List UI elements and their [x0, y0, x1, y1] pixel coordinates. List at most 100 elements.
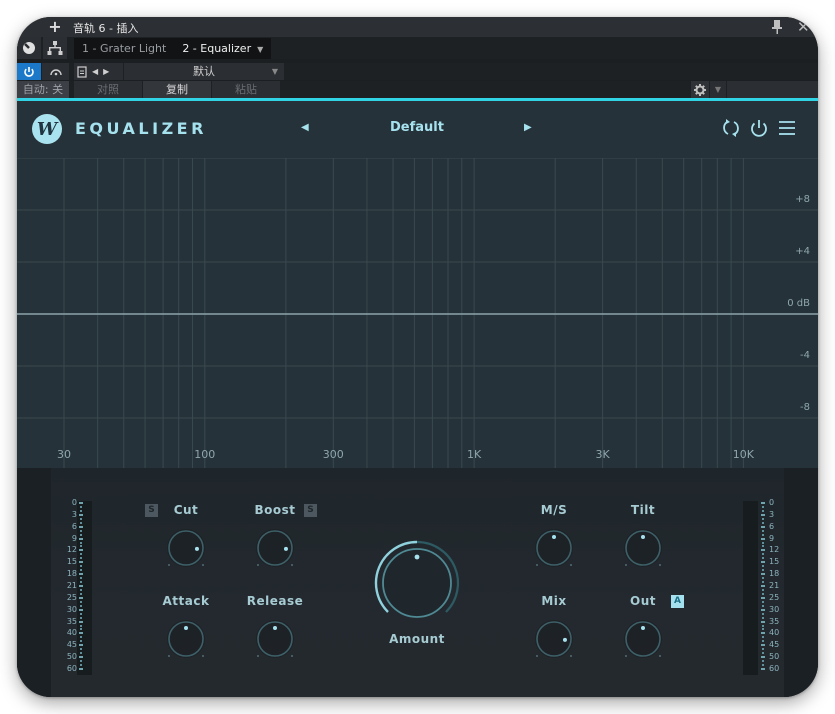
meter-tick [79, 573, 83, 576]
meter-tick-label: 15 [769, 557, 780, 567]
meter-tick-label: 21 [66, 581, 77, 590]
settings-dropdown[interactable]: ▼ [710, 81, 726, 98]
knob-indicator [194, 546, 199, 551]
knob-indicator [273, 626, 277, 630]
meter-tick-label: 9 [769, 533, 775, 543]
meter-tick [79, 656, 83, 659]
preset-nav: ◀ ▶ [74, 63, 123, 80]
knob-min-dot [257, 655, 259, 657]
meter-minor-tick [762, 553, 764, 556]
meter-tick-label: 6 [769, 521, 775, 531]
meter-minor-tick [762, 640, 764, 643]
meter-minor-tick [762, 592, 764, 595]
meter-minor-tick [762, 521, 764, 524]
tab-grater-light[interactable]: 1 - Grater Light [74, 38, 174, 59]
release-label: Release [246, 594, 304, 608]
meter-minor-tick [762, 648, 764, 651]
prev-preset-button[interactable]: ◀ [301, 122, 309, 133]
knob-max-dot [659, 655, 661, 657]
menu-icon[interactable] [777, 118, 797, 138]
meter-tick-label: 35 [66, 616, 77, 626]
out-knob[interactable] [623, 619, 663, 659]
settings-button[interactable] [691, 81, 709, 98]
preset-name[interactable]: Default [357, 120, 477, 135]
meter-tick [761, 632, 765, 635]
knob-icon [23, 42, 35, 54]
knob-indicator [641, 535, 645, 539]
auto-gain-button[interactable]: A [671, 595, 684, 608]
pin-icon[interactable] [771, 20, 783, 34]
input-meter-scale: 0 3 6 9 12 15 18 21 25 30 35 40 45 50 60 [49, 499, 89, 675]
knob-min-dot [625, 655, 627, 657]
window-title: 音轨 6 - 插入 [73, 22, 139, 35]
ms-label: M/S [540, 503, 568, 517]
meter-minor-tick [762, 557, 764, 560]
meter-minor-tick [762, 581, 764, 584]
chevron-down-icon[interactable]: ▼ [257, 39, 263, 60]
meter-minor-tick [762, 604, 764, 607]
meter-tick-label: 0 [769, 498, 775, 507]
meter-minor-tick [80, 640, 82, 643]
knob-shadow [256, 620, 294, 658]
release-knob[interactable] [255, 619, 295, 659]
meter-tick [761, 573, 765, 576]
routing-button[interactable] [43, 37, 67, 59]
boost-knob[interactable] [255, 528, 295, 568]
logo-icon: W [32, 114, 62, 144]
meter-minor-tick [80, 664, 82, 667]
knob-indicator [562, 637, 567, 642]
cut-knob[interactable] [166, 528, 206, 568]
meter-minor-tick [80, 581, 82, 584]
prev-preset-icon[interactable]: ◀ [92, 67, 98, 76]
meter-minor-tick [80, 624, 82, 627]
freq-label: 1K [467, 448, 482, 461]
knob-min-dot [536, 564, 538, 566]
routing-knob-button[interactable] [17, 37, 41, 59]
close-icon[interactable]: ✕ [797, 18, 810, 36]
meter-tick-label: 60 [66, 664, 77, 673]
next-preset-button[interactable]: ▶ [524, 122, 532, 133]
document-icon[interactable] [77, 65, 87, 78]
next-preset-icon[interactable]: ▶ [103, 67, 109, 76]
output-meter-scale: 0 3 6 9 12 15 18 21 25 30 35 40 45 50 60 [759, 498, 799, 675]
db-label: -4 [800, 350, 810, 361]
meter-tick [761, 608, 765, 611]
knob-shadow [167, 620, 205, 658]
preset-select[interactable]: 默认 ▼ [124, 63, 284, 80]
knob-indicator [283, 546, 288, 551]
meter-minor-tick [80, 553, 82, 556]
tilt-knob[interactable] [623, 528, 663, 568]
chevron-down-icon: ▼ [271, 67, 278, 76]
bypass-button[interactable] [42, 63, 69, 80]
copy-button[interactable]: 复制 [143, 81, 211, 98]
meter-minor-tick [80, 592, 82, 595]
knob-shadow [624, 529, 662, 567]
sync-icon[interactable] [721, 118, 741, 138]
ms-knob[interactable] [534, 528, 574, 568]
meter-minor-tick [80, 565, 82, 568]
headphone-icon [49, 68, 62, 75]
eq-graph[interactable]: 30 100 300 1K 3K 10K +8 +4 0 dB -4 -8 [17, 158, 818, 468]
knob-shadow [535, 529, 573, 567]
mix-knob[interactable] [534, 619, 574, 659]
freq-label: 300 [323, 448, 344, 461]
knob-indicator [184, 626, 188, 630]
boost-solo-button[interactable]: S [304, 504, 317, 517]
equalizer-plugin: W EQUALIZER ◀ Default ▶ 30 100 300 1K 3K 10K +… [17, 101, 818, 697]
db-label: 0 dB [787, 298, 810, 309]
eq-graph-canvas: 30 100 300 1K 3K 10K +8 +4 0 dB -4 -8 [17, 158, 818, 468]
meter-minor-tick [762, 541, 764, 544]
plus-icon[interactable]: + [47, 17, 63, 37]
tab-equalizer[interactable]: 2 - Equalizer ▼ [174, 38, 271, 59]
meter-minor-tick [80, 569, 82, 572]
meter-minor-tick [80, 660, 82, 663]
automation-button[interactable]: 自动: 关 [17, 81, 69, 98]
attack-knob[interactable] [166, 619, 206, 659]
compare-button[interactable]: 对照 [74, 81, 142, 98]
knob-min-dot [257, 564, 259, 566]
power-icon[interactable] [749, 118, 769, 138]
power-button[interactable] [17, 63, 41, 80]
meter-minor-tick [80, 545, 82, 548]
paste-button[interactable]: 粘贴 [212, 81, 280, 98]
amount-knob[interactable] [372, 538, 462, 628]
